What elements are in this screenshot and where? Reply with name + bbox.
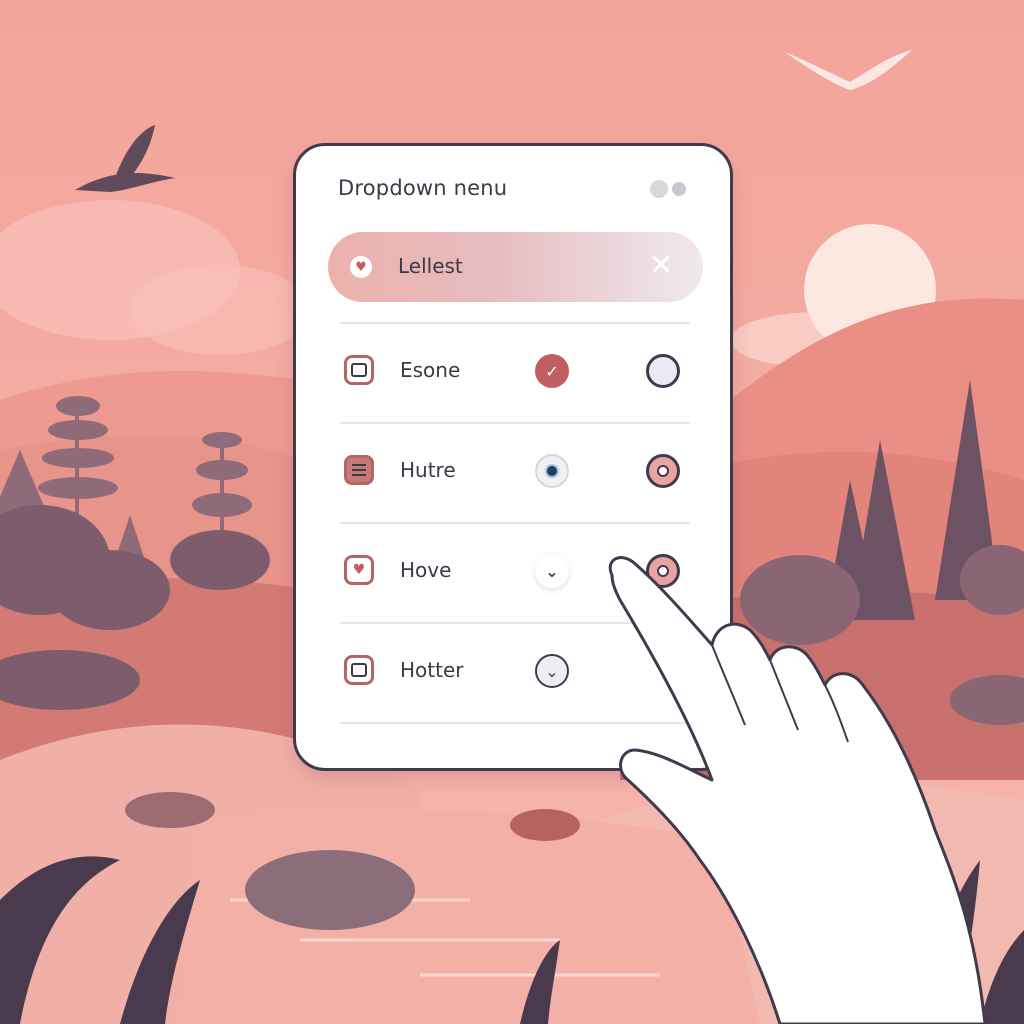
list-icon[interactable] — [344, 455, 374, 485]
checkbox-icon[interactable] — [344, 355, 374, 385]
chevron-down-circle-icon[interactable]: ⌄ — [535, 654, 569, 688]
chevron-down-icon[interactable]: ⌄ — [535, 554, 569, 588]
menu-item-hove[interactable]: ♥ Hove ⌄ — [340, 542, 690, 602]
dropdown-menu: Dropdown nenu ♥ Lellest ✕ Esone ✓ Hutre … — [293, 143, 733, 771]
checkbox-icon[interactable] — [344, 655, 374, 685]
search-value: Lellest — [398, 254, 463, 278]
radio-selected-icon[interactable] — [646, 454, 680, 488]
search-field[interactable]: ♥ Lellest ✕ — [328, 232, 703, 302]
divider — [340, 522, 690, 524]
menu-item-label: Hutre — [400, 458, 456, 482]
window-controls — [650, 180, 686, 198]
divider — [340, 722, 690, 724]
menu-title: Dropdown nenu — [338, 176, 508, 200]
rock — [245, 850, 415, 930]
menu-item-hutre[interactable]: Hutre — [340, 442, 690, 502]
dot-icon — [650, 180, 668, 198]
menu-item-esone[interactable]: Esone ✓ — [340, 342, 690, 402]
dot-icon — [672, 182, 686, 196]
heart-icon: ♥ — [350, 256, 372, 278]
divider — [340, 622, 690, 624]
menu-item-label: Hove — [400, 558, 452, 582]
radio-empty-icon[interactable] — [646, 354, 680, 388]
divider — [340, 322, 690, 324]
close-icon[interactable]: ✕ — [645, 250, 677, 282]
radio-selected-icon[interactable] — [646, 554, 680, 588]
heart-icon[interactable]: ♥ — [344, 555, 374, 585]
check-circle-icon[interactable]: ✓ — [535, 354, 569, 388]
menu-item-label: Esone — [400, 358, 461, 382]
menu-item-hotter[interactable]: Hotter ⌄ — [340, 642, 690, 702]
camera-icon[interactable] — [535, 454, 569, 488]
menu-item-label: Hotter — [400, 658, 464, 682]
divider — [340, 422, 690, 424]
